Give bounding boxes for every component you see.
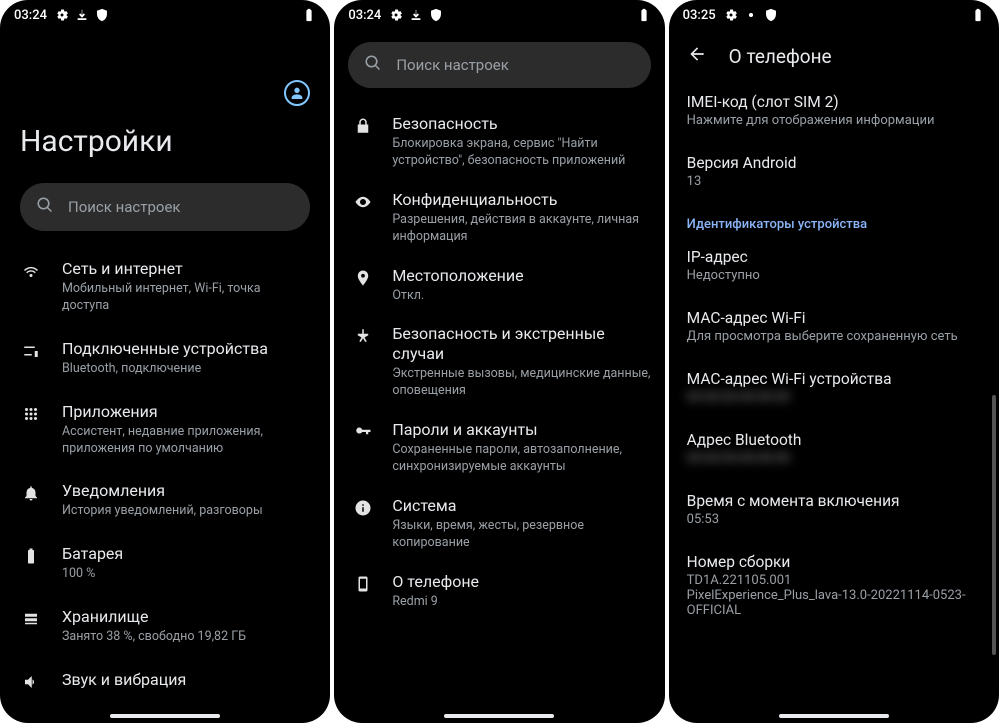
apps-grid-icon [20, 405, 42, 423]
dot-icon [744, 8, 758, 22]
devices-icon [20, 342, 42, 360]
search-settings[interactable]: Поиск настроек [348, 42, 650, 88]
gear-icon [55, 8, 69, 22]
download-icon [409, 8, 423, 22]
about-row-wifi-device-mac[interactable]: MAC-адрес Wi-Fi устройства 00:00:00:00:0… [687, 358, 981, 419]
wifi-icon [20, 262, 42, 280]
search-icon [364, 54, 382, 76]
nav-handle[interactable] [779, 714, 889, 718]
about-row-wifi-mac[interactable]: MAC-адрес Wi-Fi Для просмотра выберите с… [687, 297, 981, 358]
battery-icon [637, 8, 651, 22]
settings-row-security[interactable]: БезопасностьБлокировка экрана, сервис "Н… [334, 104, 664, 180]
settings-row-privacy[interactable]: КонфиденциальностьРазрешения, действия в… [334, 180, 664, 256]
gear-icon [389, 8, 403, 22]
status-bar: 03:24 [334, 0, 664, 30]
scrollbar[interactable] [992, 395, 996, 655]
bell-icon [20, 484, 42, 502]
phone-panel-settings-more: 03:24 Поиск настроек БезопасностьБлокиро… [334, 0, 664, 723]
about-header: О телефоне [669, 30, 999, 81]
settings-row-apps[interactable]: ПриложенияАссистент, недавние приложения… [0, 390, 330, 470]
download-icon [75, 8, 89, 22]
shield-icon [95, 8, 109, 22]
settings-list: БезопасностьБлокировка экрана, сервис "Н… [334, 98, 664, 723]
search-placeholder: Поиск настроек [68, 198, 181, 216]
phone-panel-settings-main: 03:24 Настройки Поиск настроек [0, 0, 330, 723]
settings-row-system[interactable]: СистемаЯзыки, время, жесты, резервное ко… [334, 486, 664, 562]
search-icon [36, 196, 54, 218]
key-icon [352, 423, 374, 441]
profile-avatar-button[interactable] [284, 80, 310, 106]
about-row-bt-address[interactable]: Адрес Bluetooth 00:00:00:00:00:00 [687, 419, 981, 480]
shield-icon [764, 8, 778, 22]
search-placeholder: Поиск настроек [396, 56, 509, 74]
battery-icon [302, 8, 316, 22]
phone-icon [352, 575, 374, 593]
lock-icon [352, 117, 374, 135]
settings-row-storage[interactable]: ХранилищеЗанято 38 %, свободно 19,82 ГБ [0, 595, 330, 658]
settings-row-network[interactable]: Сеть и интернетМобильный интернет, Wi-Fi… [0, 247, 330, 327]
status-time: 03:24 [348, 8, 381, 23]
location-icon [352, 269, 374, 287]
sound-icon [20, 673, 42, 691]
about-row-build-number[interactable]: Номер сборки TD1A.221105.001 PixelExperi… [687, 541, 981, 632]
status-bar: 03:24 [0, 0, 330, 30]
settings-row-sound[interactable]: Звук и вибрация [0, 658, 330, 703]
shield-icon [429, 8, 443, 22]
status-bar: 03:25 [669, 0, 999, 30]
search-settings[interactable]: Поиск настроек [20, 183, 310, 231]
nav-handle[interactable] [444, 714, 554, 718]
gear-icon [724, 8, 738, 22]
battery-icon [20, 547, 42, 565]
about-section-header: Идентификаторы устройства [687, 203, 981, 236]
info-icon [352, 499, 374, 517]
about-row-imei2[interactable]: IMEI-код (слот SIM 2) Нажмите для отобра… [687, 81, 981, 142]
back-arrow-icon[interactable] [687, 44, 707, 69]
status-time: 03:24 [14, 8, 47, 23]
settings-row-battery[interactable]: Батарея100 % [0, 532, 330, 595]
nav-handle[interactable] [110, 714, 220, 718]
settings-row-passwords[interactable]: Пароли и аккаунтыСохраненные пароли, авт… [334, 410, 664, 486]
about-row-uptime[interactable]: Время с момента включения 05:53 [687, 480, 981, 541]
status-time: 03:25 [683, 8, 716, 23]
about-title: О телефоне [729, 45, 832, 68]
about-row-android-version[interactable]: Версия Android 13 [687, 142, 981, 203]
settings-row-about-phone[interactable]: О телефонеRedmi 9 [334, 562, 664, 621]
eye-icon [352, 193, 374, 211]
settings-list: Сеть и интернетМобильный интернет, Wi-Fi… [0, 241, 330, 723]
about-list: IMEI-код (слот SIM 2) Нажмите для отобра… [669, 81, 999, 723]
page-title: Настройки [20, 124, 310, 159]
settings-row-connected-devices[interactable]: Подключенные устройстваBluetooth, подклю… [0, 327, 330, 390]
about-row-ip[interactable]: IP-адрес Недоступно [687, 236, 981, 297]
emergency-icon [352, 327, 374, 345]
phone-panel-about: 03:25 О телефоне IMEI-код (слот SIM 2) Н… [669, 0, 999, 723]
storage-icon [20, 610, 42, 628]
battery-icon [971, 8, 985, 22]
settings-row-location[interactable]: МестоположениеОткл. [334, 256, 664, 315]
settings-row-notifications[interactable]: УведомленияИстория уведомлений, разговор… [0, 469, 330, 532]
settings-row-emergency[interactable]: Безопасность и экстренные случаиЭкстренн… [334, 314, 664, 410]
